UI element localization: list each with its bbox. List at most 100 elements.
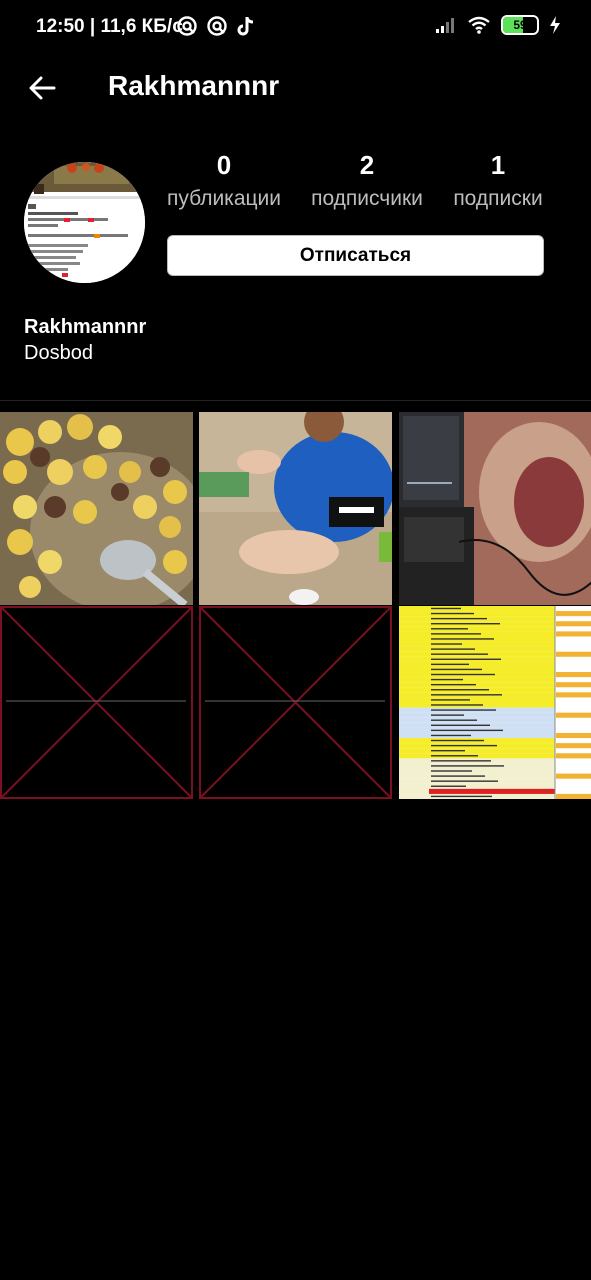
broken-image-icon <box>0 606 193 799</box>
sheet-text <box>431 744 497 747</box>
page-title: Rakhmannnr <box>108 70 280 101</box>
sheet-text <box>431 623 500 625</box>
post-tile-laptop[interactable] <box>399 412 591 605</box>
sheet-status-cell <box>556 672 591 678</box>
sheet-row <box>399 768 555 774</box>
stat-followers-count: 2 <box>359 150 375 180</box>
profile-header: Rakhmannnr <box>0 56 591 120</box>
post-tile-stew[interactable] <box>0 412 193 605</box>
sheet-row <box>399 606 555 612</box>
sheet-text <box>431 694 502 696</box>
sheet-status-cell <box>556 651 591 657</box>
sheet-row <box>399 641 555 647</box>
sheet-row <box>399 732 555 739</box>
sheet-text <box>431 638 494 640</box>
sheet-text <box>431 755 478 757</box>
post-tile-spreadsheet[interactable] <box>399 606 591 799</box>
stat-posts-label: публикации <box>167 187 281 210</box>
sheet-text <box>431 785 466 787</box>
status-time: 12:50 | 11,6 КБ/с <box>36 16 183 37</box>
sheet-text <box>431 658 501 660</box>
post-tile-broken[interactable] <box>0 606 193 799</box>
sheet-text <box>431 795 492 798</box>
stat-posts-count: 0 <box>216 150 232 180</box>
sheet-text <box>431 663 469 666</box>
sheet-text <box>431 617 487 620</box>
sheet-text <box>431 683 476 686</box>
app-notification-icon <box>177 16 197 36</box>
post-image <box>0 412 193 605</box>
sheet-text <box>431 653 488 655</box>
sheet-text <box>431 770 472 772</box>
sheet-text <box>431 714 464 716</box>
charging-icon <box>550 16 560 34</box>
unfollow-button[interactable]: Отписаться <box>167 235 544 276</box>
status-bar: 12:50 | 11,6 КБ/с 59 <box>0 0 591 56</box>
post-tile-child[interactable] <box>199 412 392 605</box>
sheet-text <box>431 607 461 610</box>
notification-icons <box>176 15 256 37</box>
sheet-text <box>431 699 470 701</box>
sheet-text <box>431 628 468 630</box>
avatar-image <box>24 162 145 283</box>
sheet-text <box>431 775 485 777</box>
sheet-status-cell <box>556 743 591 749</box>
tiktok-icon <box>237 17 254 36</box>
sheet-status-cell <box>556 611 591 617</box>
sheet-status-cell <box>556 631 591 637</box>
sheet-status-cell <box>556 712 591 718</box>
sheet-text <box>431 739 484 742</box>
sheet-row <box>399 646 555 652</box>
sheet-text <box>431 633 481 635</box>
sheet-highlight-row <box>429 788 555 794</box>
sheet-text <box>431 643 462 645</box>
sheet-row <box>399 697 555 703</box>
sheet-text <box>431 668 482 671</box>
battery-icon: 59 <box>501 15 539 35</box>
sheet-text <box>431 612 474 615</box>
profile-stats: 0 публикации 2 подписчики 1 подписки <box>158 150 558 220</box>
sheet-text <box>431 648 475 650</box>
post-image <box>199 412 392 605</box>
sheet-row <box>399 626 555 632</box>
sheet-text <box>431 729 503 732</box>
sheet-text <box>431 673 495 676</box>
sheet-status-cell <box>556 773 591 779</box>
stat-followers[interactable]: 2 подписчики <box>300 150 434 211</box>
profile-bio: Dosbod <box>24 342 93 364</box>
sheet-text <box>431 749 465 752</box>
post-image <box>399 412 591 605</box>
sheet-row <box>399 748 555 754</box>
divider <box>0 400 591 401</box>
sheet-row <box>399 677 555 683</box>
battery-level: 59 <box>513 18 527 32</box>
back-button[interactable] <box>22 68 62 108</box>
signal-icon <box>436 18 454 33</box>
sheet-text <box>431 724 490 726</box>
sheet-row <box>399 682 555 688</box>
sheet-text <box>431 719 477 721</box>
app-notification-icon <box>207 16 227 36</box>
sheet-text <box>431 709 496 711</box>
sheet-status-cell <box>556 732 591 739</box>
sheet-row <box>399 661 555 667</box>
sheet-text <box>431 689 489 691</box>
sheet-status-cell <box>556 682 591 688</box>
stat-following[interactable]: 1 подписки <box>442 150 554 211</box>
sheet-status-cell <box>556 793 591 799</box>
post-image <box>399 606 591 799</box>
stat-following-label: подписки <box>453 187 543 210</box>
avatar[interactable] <box>24 162 145 283</box>
stat-posts[interactable]: 0 публикации <box>158 150 290 211</box>
wifi-icon <box>468 16 490 34</box>
sheet-status-cell <box>556 753 591 759</box>
sheet-row <box>399 783 555 789</box>
arrow-left-icon <box>29 76 56 100</box>
broken-image-icon <box>199 606 392 799</box>
stat-followers-label: подписчики <box>311 187 423 210</box>
sheet-status-cell <box>556 692 591 698</box>
sheet-text <box>431 734 471 737</box>
post-tile-broken[interactable] <box>199 606 392 799</box>
sheet-text <box>431 765 504 767</box>
system-icons: 59 <box>435 15 561 35</box>
